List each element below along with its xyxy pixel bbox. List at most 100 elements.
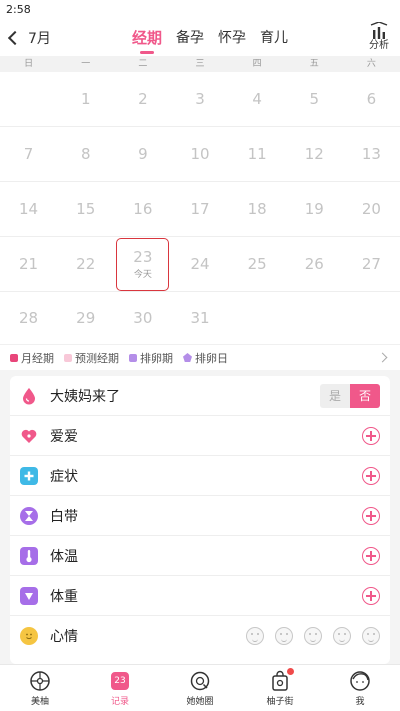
day-number: 14 <box>19 200 39 218</box>
chevron-left-icon <box>7 30 23 46</box>
weekday-sun: 日 <box>24 59 34 69</box>
calendar-day[interactable]: 1 <box>57 72 114 126</box>
mood-laugh-icon[interactable] <box>246 627 264 645</box>
calendar-day[interactable]: 2 <box>114 72 171 126</box>
day-number: 20 <box>361 200 381 218</box>
calendar-day[interactable]: 27 <box>343 237 400 291</box>
day-number: 25 <box>247 255 267 273</box>
weekday-thu: 四 <box>252 59 262 69</box>
mood-sad-icon[interactable] <box>333 627 351 645</box>
tab-prepare-pregnancy[interactable]: 备孕 <box>176 20 204 56</box>
mood-neutral-icon[interactable] <box>304 627 322 645</box>
weekday-sat: 六 <box>366 59 376 69</box>
calendar-day-today[interactable]: 23 今天 <box>116 237 170 291</box>
day-number: 30 <box>133 309 153 327</box>
add-symptoms-button[interactable] <box>362 467 380 485</box>
community-icon <box>189 670 211 692</box>
calendar-day[interactable]: 25 <box>229 237 286 291</box>
calendar-day[interactable]: 10 <box>171 127 228 181</box>
record-label: 体重 <box>50 588 78 605</box>
calendar-day[interactable]: 20 <box>343 182 400 236</box>
tab-pregnancy[interactable]: 怀孕 <box>218 20 246 56</box>
hourglass-icon <box>20 506 38 525</box>
add-weight-button[interactable] <box>362 587 380 605</box>
tab-parenting[interactable]: 育儿 <box>260 20 288 56</box>
record-row-weight[interactable]: 体重 <box>10 576 390 616</box>
calendar-day-badge: 23 <box>111 671 129 690</box>
legend-label: 排卵期 <box>140 351 173 365</box>
day-number: 18 <box>247 200 267 218</box>
calendar-day[interactable]: 17 <box>171 182 228 236</box>
calendar-day[interactable]: 15 <box>57 182 114 236</box>
toggle-no-button[interactable]: 否 <box>350 384 380 408</box>
calendar-day[interactable]: 13 <box>343 127 400 181</box>
day-number: 6 <box>366 90 377 108</box>
legend-ovulation-day: 排卵日 <box>183 350 228 366</box>
record-period-row: 大姨妈来了 是 否 <box>10 376 390 416</box>
nav-item-record[interactable]: 23 记录 <box>80 665 160 711</box>
legend-swatch-predicted <box>64 353 72 362</box>
record-label: 白带 <box>50 508 78 525</box>
chevron-right-icon[interactable] <box>377 352 388 363</box>
calendar-day[interactable]: 14 <box>0 182 57 236</box>
record-row-discharge[interactable]: 白带 <box>10 496 390 536</box>
calendar-day[interactable]: 29 <box>57 292 114 344</box>
day-number: 17 <box>190 200 210 218</box>
calendar-day[interactable]: 28 <box>0 292 57 344</box>
legend-label: 月经期 <box>21 351 54 365</box>
weekday-mon: 一 <box>81 59 91 69</box>
mood-cry-icon[interactable] <box>362 627 380 645</box>
medkit-icon <box>20 466 38 485</box>
calendar-day[interactable]: 9 <box>114 127 171 181</box>
calendar-day[interactable]: 4 <box>229 72 286 126</box>
day-number: 11 <box>247 145 267 163</box>
calendar-day[interactable]: 5 <box>286 72 343 126</box>
calendar-day[interactable]: 16 <box>114 182 171 236</box>
record-row-temperature[interactable]: 体温 <box>10 536 390 576</box>
analysis-button[interactable]: 分析 <box>368 22 390 52</box>
notification-dot <box>287 667 294 675</box>
weekday-wed: 三 <box>195 59 205 69</box>
calendar-day[interactable]: 12 <box>286 127 343 181</box>
calendar-day[interactable]: 30 <box>114 292 171 344</box>
month-label: 7月 <box>28 31 51 47</box>
calendar-day[interactable]: 19 <box>286 182 343 236</box>
add-discharge-button[interactable] <box>362 507 380 525</box>
tab-period[interactable]: 经期 <box>132 20 162 56</box>
toggle-yes-button[interactable]: 是 <box>320 384 350 408</box>
record-label: 体温 <box>50 548 78 565</box>
bar-chart-icon <box>370 22 388 39</box>
back-button[interactable]: 7月 <box>6 26 51 50</box>
add-temperature-button[interactable] <box>362 547 380 565</box>
nav-item-shop[interactable]: 柚子街 <box>240 665 320 711</box>
calendar-day[interactable]: 3 <box>171 72 228 126</box>
nav-item-me[interactable]: 我 <box>320 665 400 711</box>
mood-smile-icon[interactable] <box>275 627 293 645</box>
add-sex-button[interactable] <box>362 427 380 445</box>
calendar-day[interactable]: 26 <box>286 237 343 291</box>
calendar-day[interactable]: 31 <box>171 292 228 344</box>
calendar-empty-cell <box>229 292 286 344</box>
calendar-day[interactable]: 11 <box>229 127 286 181</box>
legend-label: 预测经期 <box>75 351 119 365</box>
record-row-sex[interactable]: 爱爱 <box>10 416 390 456</box>
calendar-day[interactable]: 6 <box>343 72 400 126</box>
legend-period: 月经期 <box>10 350 54 366</box>
day-number: 13 <box>361 145 381 163</box>
record-row-symptoms[interactable]: 症状 <box>10 456 390 496</box>
calendar-day[interactable]: 7 <box>0 127 57 181</box>
calendar-day[interactable]: 24 <box>171 237 228 291</box>
calendar-day[interactable]: 18 <box>229 182 286 236</box>
calendar-day[interactable]: 21 <box>0 237 57 291</box>
nav-item-meiyou[interactable]: 美柚 <box>0 665 80 711</box>
thermometer-icon <box>20 546 38 565</box>
weekday-fri: 五 <box>309 59 319 69</box>
legend-swatch-period <box>10 353 18 362</box>
top-nav: 7月 经期 备孕 怀孕 育儿 分析 <box>0 20 400 56</box>
calendar-day[interactable]: 8 <box>57 127 114 181</box>
nav-item-circle[interactable]: 她她圈 <box>160 665 240 711</box>
calendar-day[interactable]: 22 <box>57 237 114 291</box>
legend-swatch-ovulation <box>129 353 137 362</box>
calendar-week-row: 1 2 3 4 5 6 <box>0 72 400 127</box>
record-label: 大姨妈来了 <box>50 388 120 405</box>
